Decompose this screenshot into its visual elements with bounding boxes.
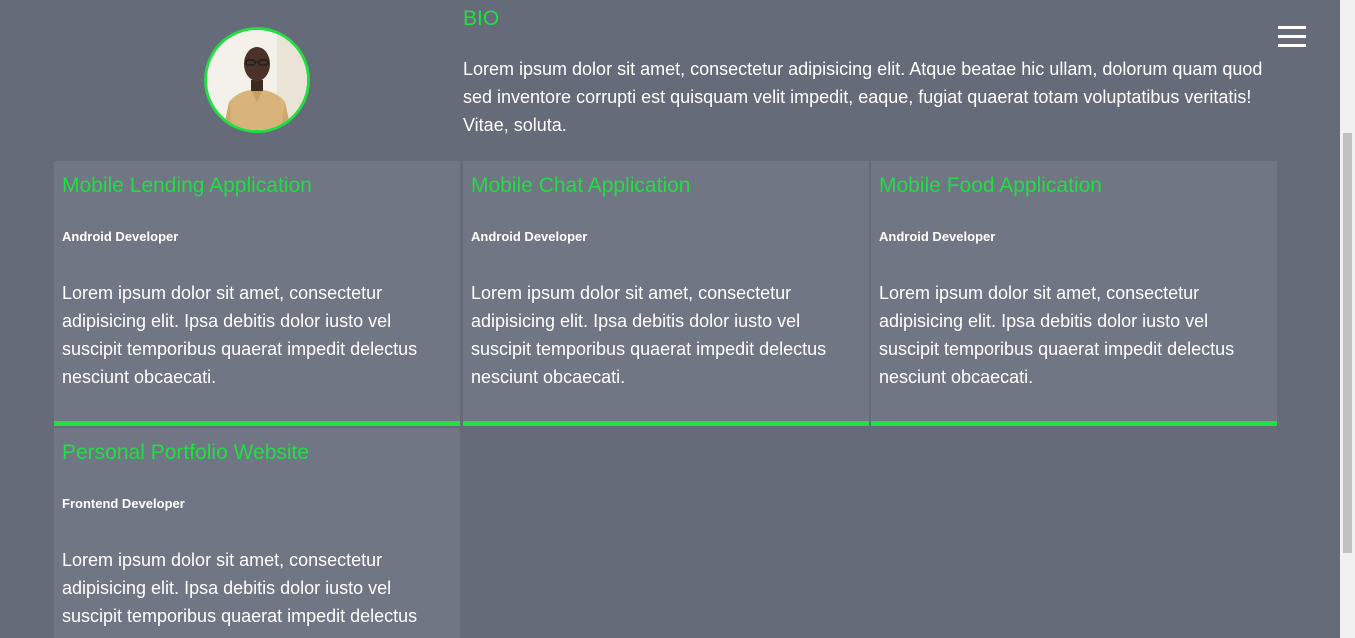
hamburger-menu-icon-bar <box>1278 26 1306 29</box>
bio-text: Lorem ipsum dolor sit amet, consectetur … <box>463 59 1263 135</box>
project-description: Lorem ipsum dolor sit amet, consectetur … <box>62 550 418 626</box>
project-role: Frontend Developer <box>62 496 185 511</box>
bio-heading: BIO <box>463 7 500 30</box>
project-card[interactable]: Personal Portfolio Website Frontend Deve… <box>54 428 460 638</box>
project-card[interactable]: Mobile Food Application Android Develope… <box>871 161 1277 426</box>
project-description: Lorem ipsum dolor sit amet, consectetur … <box>471 283 827 387</box>
project-role: Android Developer <box>62 229 179 244</box>
project-role: Android Developer <box>879 229 996 244</box>
project-title[interactable]: Mobile Lending Application <box>62 173 452 199</box>
project-title[interactable]: Mobile Food Application <box>879 173 1269 199</box>
project-title[interactable]: Personal Portfolio Website <box>62 440 452 466</box>
hamburger-menu-icon-bar <box>1278 35 1306 38</box>
hamburger-menu-button[interactable] <box>1274 22 1310 52</box>
project-description: Lorem ipsum dolor sit amet, consectetur … <box>62 283 418 387</box>
scrollbar-thumb[interactable] <box>1343 133 1352 553</box>
hamburger-menu-icon-bar <box>1278 44 1306 47</box>
avatar <box>204 27 310 133</box>
project-card[interactable]: Mobile Lending Application Android Devel… <box>54 161 460 426</box>
profile-photo-icon <box>207 30 307 130</box>
project-role: Android Developer <box>471 229 588 244</box>
vertical-scrollbar[interactable] <box>1340 0 1355 638</box>
portfolio-page: BIO Lorem ipsum dolor sit amet, consecte… <box>0 0 1355 638</box>
project-description: Lorem ipsum dolor sit amet, consectetur … <box>879 283 1235 387</box>
project-title[interactable]: Mobile Chat Application <box>471 173 861 199</box>
project-card[interactable]: Mobile Chat Application Android Develope… <box>463 161 869 426</box>
